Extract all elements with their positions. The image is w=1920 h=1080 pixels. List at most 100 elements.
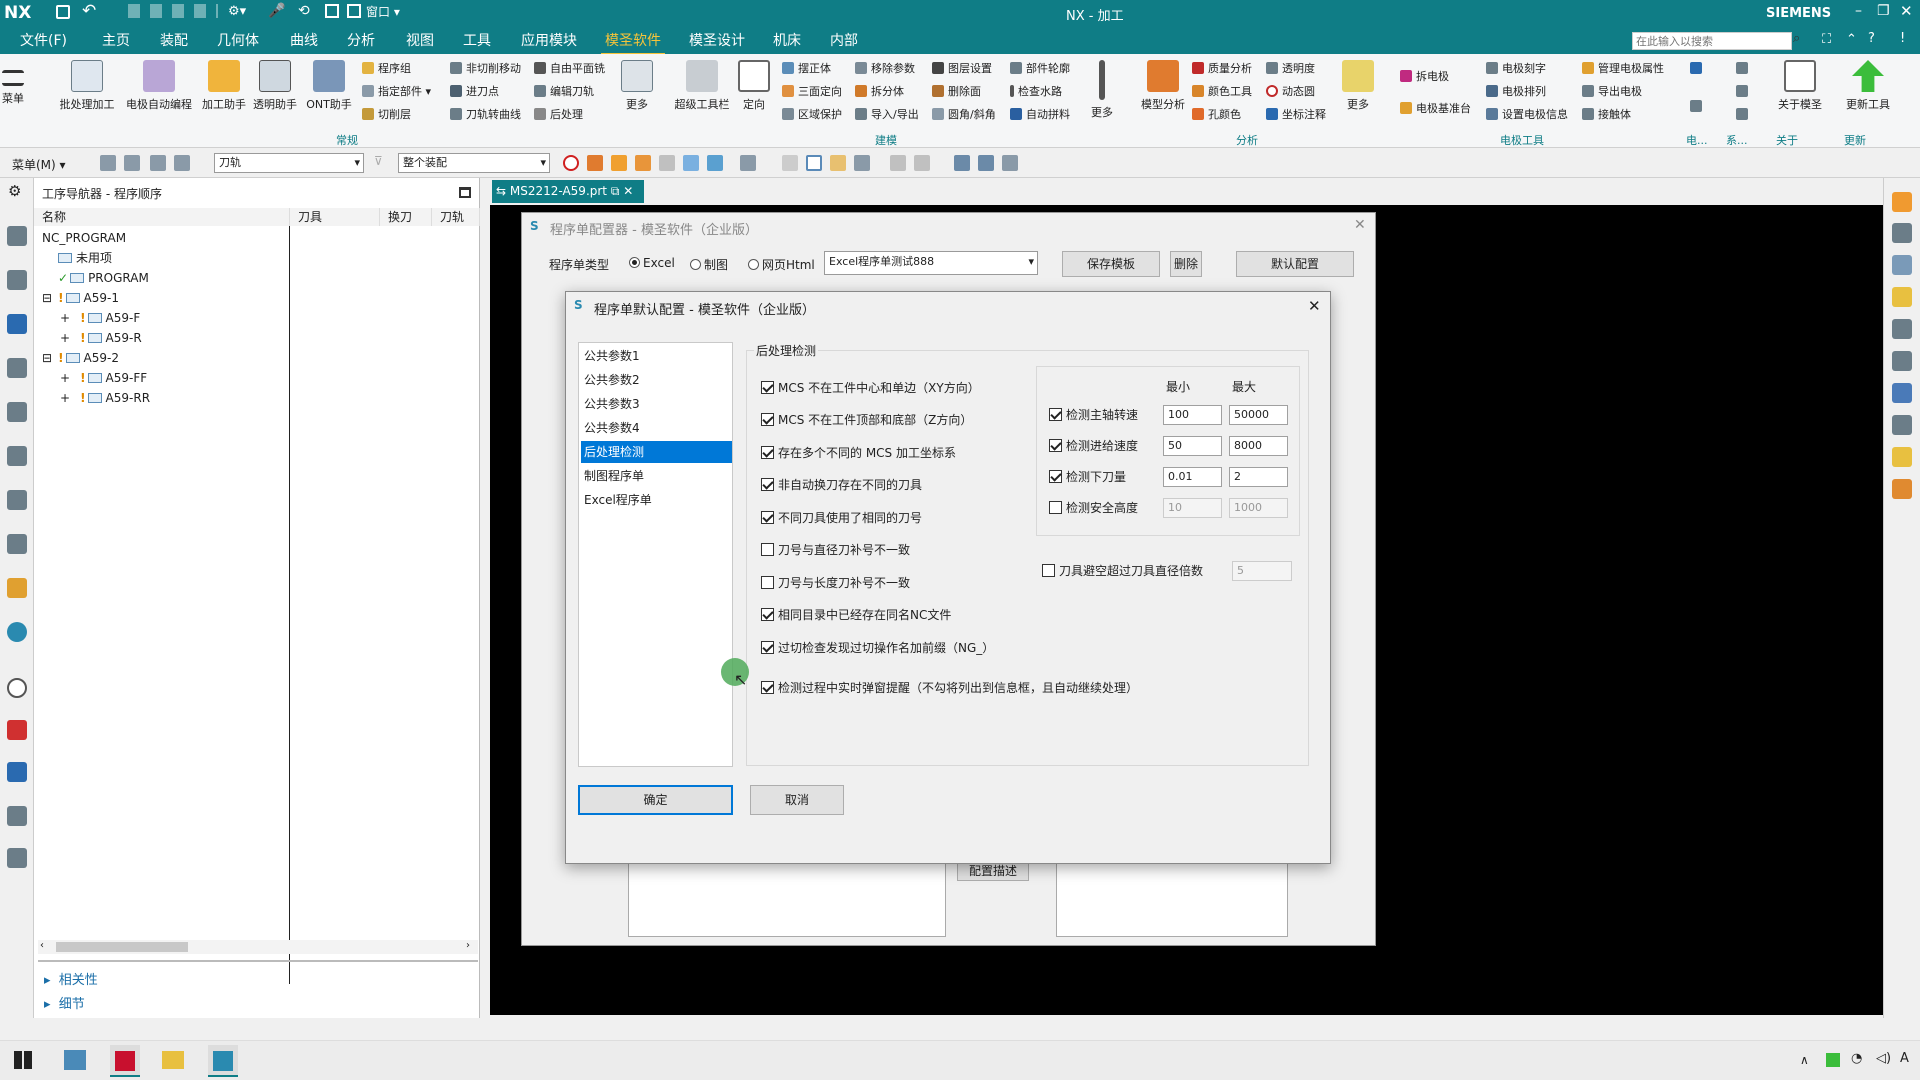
ribbon-color-tool[interactable]: 颜色工具 bbox=[1192, 83, 1252, 101]
dependencies-section[interactable]: ▸ 相关性 bbox=[44, 969, 98, 988]
ok-button[interactable]: 确定 bbox=[578, 785, 733, 815]
assembly-nav-icon[interactable] bbox=[7, 226, 27, 246]
tree-row-a59-1[interactable]: ⊟! A59-1 bbox=[42, 288, 119, 308]
about-mosheng-button[interactable]: 关于模圣 bbox=[1768, 58, 1832, 112]
col-tool-change[interactable]: 换刀 bbox=[380, 208, 432, 226]
undo-icon[interactable]: ↶ bbox=[82, 1, 96, 21]
ribbon-extra-4[interactable] bbox=[1736, 83, 1752, 101]
check-duplicate-nc-file[interactable]: 相同目录中已经存在同名NC文件 bbox=[761, 607, 951, 623]
ribbon-electrode-base[interactable]: 电极基准台 bbox=[1400, 100, 1471, 118]
windows-start-icon[interactable] bbox=[14, 1051, 32, 1069]
tab-close-icon[interactable]: ✕ bbox=[623, 184, 633, 198]
ribbon-contact-body[interactable]: 接触体 bbox=[1582, 106, 1631, 124]
ribbon-extra-5[interactable] bbox=[1736, 106, 1752, 124]
tool-library-icon[interactable] bbox=[7, 806, 27, 826]
no-select-icon[interactable] bbox=[563, 155, 579, 171]
navigator-maximize-icon[interactable] bbox=[459, 187, 471, 198]
list-item-common-1[interactable]: 公共参数1 bbox=[581, 345, 732, 367]
ribbon-straighten-body[interactable]: 摆正体 bbox=[782, 60, 831, 78]
tree-row-a59-r[interactable]: +! A59-R bbox=[60, 328, 142, 348]
process-studio-icon[interactable] bbox=[7, 762, 27, 782]
toolbar-hide-icon[interactable] bbox=[1002, 155, 1018, 171]
globe-icon[interactable] bbox=[7, 622, 27, 642]
ribbon-import-export[interactable]: 导入/导出 bbox=[855, 106, 919, 124]
tree-row-nc-program[interactable]: NC_PROGRAM bbox=[42, 228, 126, 248]
check-mcs-z[interactable]: MCS 不在工件顶部和底部（Z方向） bbox=[761, 412, 972, 428]
operation-nav-icon[interactable] bbox=[7, 314, 27, 334]
ribbon-part-outline[interactable]: 部件轮廓 bbox=[1010, 60, 1070, 78]
toolbar-icon-d[interactable] bbox=[854, 155, 870, 171]
menu-big-button[interactable]: 菜单 bbox=[0, 58, 38, 106]
history-icon[interactable] bbox=[7, 534, 27, 554]
ribbon-extra-1[interactable] bbox=[1690, 60, 1706, 78]
tray-chevron-icon[interactable]: ∧ bbox=[1800, 1053, 1809, 1067]
collapse-icon[interactable]: ⊟ bbox=[42, 291, 52, 305]
command-finder-icon[interactable]: ⟲ bbox=[298, 3, 310, 19]
collapse-icon[interactable]: ⊟ bbox=[42, 351, 52, 365]
tree-row-a59-f[interactable]: +! A59-F bbox=[60, 308, 140, 328]
dialog-close-button[interactable]: ✕ bbox=[1308, 297, 1321, 315]
check-step-down[interactable]: 检测下刀量 bbox=[1049, 469, 1126, 485]
toolbar-icon-e[interactable] bbox=[890, 155, 906, 171]
ribbon-electrode-array[interactable]: 电极排列 bbox=[1486, 83, 1546, 101]
menu-geometry[interactable]: 几何体 bbox=[217, 32, 259, 50]
ribbon-remove-params[interactable]: 移除参数 bbox=[855, 60, 915, 78]
toolbar-icon-2[interactable] bbox=[124, 155, 140, 171]
ime-icon[interactable]: A bbox=[1900, 1051, 1909, 1066]
toolbar-icon-f[interactable] bbox=[914, 155, 930, 171]
ribbon-manage-electrode-attr[interactable]: 管理电极属性 bbox=[1582, 60, 1664, 78]
menu-curve[interactable]: 曲线 bbox=[290, 32, 318, 50]
check-length-offset[interactable]: 刀号与长度刀补号不一致 bbox=[761, 575, 910, 591]
radio-html[interactable]: 网页Html bbox=[748, 256, 815, 273]
toolbar-icon-a[interactable] bbox=[782, 155, 798, 171]
menu-tools[interactable]: 工具 bbox=[463, 32, 491, 50]
stepdown-max-input[interactable]: 2 bbox=[1229, 467, 1288, 487]
command-search-input[interactable] bbox=[1632, 32, 1792, 50]
microphone-icon[interactable]: 🎤 bbox=[268, 3, 285, 19]
menu-assembly[interactable]: 装配 bbox=[160, 32, 188, 50]
ribbon-toolpath-to-curve[interactable]: 刀轨转曲线 bbox=[450, 106, 521, 124]
menu-machine[interactable]: 机床 bbox=[773, 32, 801, 50]
machine-nav-icon[interactable] bbox=[7, 358, 27, 378]
menu-dropdown[interactable]: 菜单(M) ▾ bbox=[12, 156, 66, 173]
right-icon-4[interactable] bbox=[1892, 287, 1912, 307]
collapse-ribbon-icon[interactable]: ⌃ bbox=[1846, 32, 1857, 47]
orient-button[interactable]: 定向 bbox=[730, 58, 778, 112]
check-feed-rate[interactable]: 检测进给速度 bbox=[1049, 438, 1138, 454]
ribbon-extra-3[interactable] bbox=[1736, 60, 1752, 78]
ribbon-postprocess[interactable]: 后处理 bbox=[534, 106, 583, 124]
check-clearance-multiple[interactable]: 刀具避空超过刀具直径倍数 bbox=[1042, 563, 1203, 579]
ribbon-specify-part[interactable]: 指定部件 ▾ bbox=[362, 83, 431, 101]
ribbon-check-waterway[interactable]: 检查水路 bbox=[1010, 83, 1062, 101]
transparent-assistant-button[interactable]: 透明助手 bbox=[244, 58, 306, 112]
toolbar-icon-c[interactable] bbox=[830, 155, 846, 171]
check-mcs-xy[interactable]: MCS 不在工件中心和单边（XY方向） bbox=[761, 380, 980, 396]
toolbar-body-icon[interactable] bbox=[635, 155, 651, 171]
col-tool[interactable]: 刀具 bbox=[290, 208, 380, 226]
more-button-1[interactable]: 更多 bbox=[612, 58, 662, 112]
menu-home[interactable]: 主页 bbox=[102, 32, 130, 50]
cancel-button[interactable]: 取消 bbox=[750, 785, 844, 815]
ribbon-transparency[interactable]: 透明度 bbox=[1266, 60, 1315, 78]
batch-machining-button[interactable]: 批处理加工 bbox=[56, 58, 118, 112]
hd3d-icon[interactable] bbox=[7, 446, 27, 466]
ribbon-fillet-chamfer[interactable]: 圆角/斜角 bbox=[932, 106, 996, 124]
list-item-common-3[interactable]: 公共参数3 bbox=[581, 393, 732, 415]
toolbar-icon-b[interactable] bbox=[806, 155, 822, 171]
part-tab[interactable]: ⇆ MS2212-A59.prt ⧉ ✕ bbox=[492, 180, 644, 203]
config-description-button[interactable]: 配置描述 bbox=[957, 861, 1029, 881]
expand-icon[interactable]: + bbox=[60, 311, 70, 325]
list-item-common-2[interactable]: 公共参数2 bbox=[581, 369, 732, 391]
check-safe-height[interactable]: 检测安全高度 bbox=[1049, 500, 1138, 516]
list-item-common-4[interactable]: 公共参数4 bbox=[581, 417, 732, 439]
ribbon-auto-material[interactable]: 自动拼料 bbox=[1010, 106, 1070, 124]
ribbon-edit-toolpath[interactable]: 编辑刀轨 bbox=[534, 83, 594, 101]
menu-application[interactable]: 应用模块 bbox=[521, 32, 577, 50]
list-item-excel-sheet[interactable]: Excel程序单 bbox=[581, 489, 732, 511]
delete-template-button[interactable]: 删除 bbox=[1170, 251, 1202, 277]
ribbon-extra-2[interactable] bbox=[1690, 98, 1706, 116]
close-button[interactable]: ✕ bbox=[1900, 2, 1913, 20]
menu-file[interactable]: 文件(F) bbox=[20, 32, 67, 50]
ribbon-program-group[interactable]: 程序组 bbox=[362, 60, 411, 78]
save-template-button[interactable]: 保存模板 bbox=[1062, 251, 1160, 277]
